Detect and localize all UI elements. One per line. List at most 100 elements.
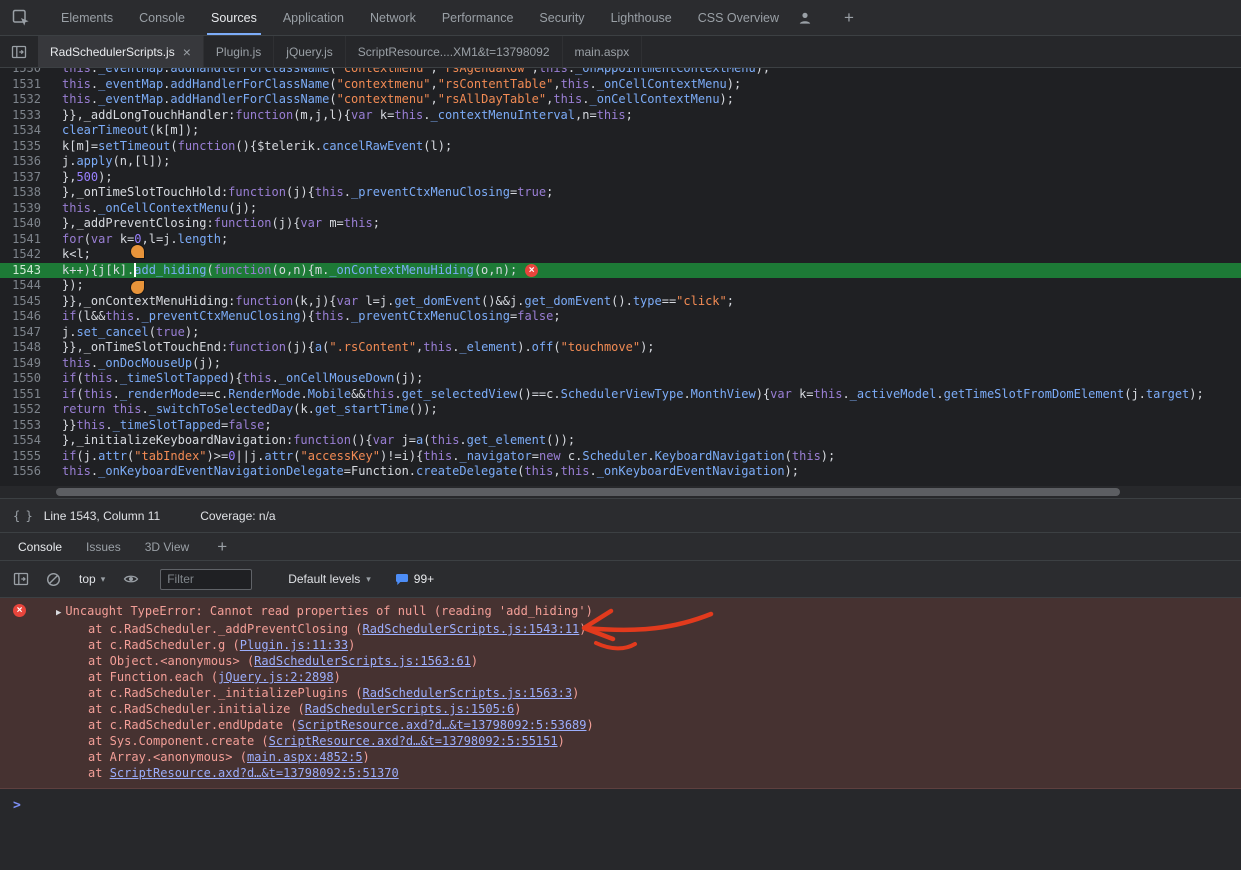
stack-link[interactable]: RadSchedulerScripts.js:1563:3 xyxy=(363,686,573,700)
inspect-element-icon[interactable] xyxy=(8,5,34,31)
stack-link[interactable]: Plugin.js:11:33 xyxy=(240,638,348,652)
code-text[interactable]: k++){j[k].add_hiding(function(o,n){m._on… xyxy=(54,263,517,279)
selection-handle-bottom[interactable] xyxy=(131,281,144,294)
code-text[interactable]: k<l; xyxy=(54,247,91,263)
code-text[interactable]: if(this._renderMode==c.RenderMode.Mobile… xyxy=(54,387,1204,403)
line-number[interactable]: 1545 xyxy=(0,294,54,310)
console-sidebar-icon[interactable] xyxy=(8,566,34,592)
line-number[interactable]: 1535 xyxy=(0,139,54,155)
code-text[interactable]: for(var k=0,l=j.length; xyxy=(54,232,228,248)
more-drawer-tabs-icon[interactable]: + xyxy=(209,534,235,560)
code-text[interactable]: },_initializeKeyboardNavigation:function… xyxy=(54,433,575,449)
line-number[interactable]: 1537 xyxy=(0,170,54,186)
line-number[interactable]: 1532 xyxy=(0,92,54,108)
code-text[interactable]: }},_addLongTouchHandler:function(m,j,l){… xyxy=(54,108,633,124)
line-number[interactable]: 1547 xyxy=(0,325,54,341)
stack-link[interactable]: ScriptResource.axd?d…&t=13798092:5:53689 xyxy=(298,718,587,732)
tab-css-overview[interactable]: CSS Overview xyxy=(685,0,792,35)
code-text[interactable]: if(this._timeSlotTapped){this._onCellMou… xyxy=(54,371,423,387)
code-text[interactable]: },_addPreventClosing:function(j){var m=t… xyxy=(54,216,380,232)
drawer-tab-3d-view[interactable]: 3D View xyxy=(133,533,201,560)
line-number[interactable]: 1548 xyxy=(0,340,54,356)
tab-sources[interactable]: Sources xyxy=(198,0,270,35)
code-text[interactable]: this._eventMap.addHandlerForClassName("c… xyxy=(54,68,770,77)
code-text[interactable]: }},_onTimeSlotTouchEnd:function(j){a(".r… xyxy=(54,340,655,356)
filter-input[interactable] xyxy=(160,569,252,590)
clear-console-icon[interactable] xyxy=(40,566,66,592)
line-number[interactable]: 1543 xyxy=(0,263,54,279)
more-panels-icon[interactable]: + xyxy=(836,5,862,31)
line-number[interactable]: 1534 xyxy=(0,123,54,139)
stack-link[interactable]: jQuery.js:2:2898 xyxy=(218,670,334,684)
code-text[interactable]: }}this._timeSlotTapped=false; xyxy=(54,418,272,434)
user-icon[interactable] xyxy=(792,5,818,31)
line-number[interactable]: 1550 xyxy=(0,371,54,387)
line-number[interactable]: 1544 xyxy=(0,278,54,294)
code-text[interactable]: this._onKeyboardEventNavigationDelegate=… xyxy=(54,464,799,480)
file-tab-scriptresource-xm1-t-13798092[interactable]: ScriptResource....XM1&t=13798092 xyxy=(346,36,563,67)
stack-link[interactable]: ScriptResource.axd?d…&t=13798092:5:55151 xyxy=(269,734,558,748)
eye-icon[interactable] xyxy=(118,566,144,592)
close-icon[interactable]: × xyxy=(183,46,191,58)
drawer-tab-issues[interactable]: Issues xyxy=(74,533,133,560)
stack-link[interactable]: RadSchedulerScripts.js:1563:61 xyxy=(254,654,471,668)
code-text[interactable]: if(j.attr("tabIndex")>=0||j.attr("access… xyxy=(54,449,835,465)
code-text[interactable]: k[m]=setTimeout(function(){$telerik.canc… xyxy=(54,139,452,155)
file-tab-jquery-js[interactable]: jQuery.js xyxy=(274,36,345,67)
code-text[interactable]: this._onCellContextMenu(j); xyxy=(54,201,257,217)
message-count-badge[interactable]: 99+ xyxy=(395,572,434,586)
line-number[interactable]: 1554 xyxy=(0,433,54,449)
stack-link[interactable]: ScriptResource.axd?d…&t=13798092:5:51370 xyxy=(110,766,399,780)
line-number[interactable]: 1542 xyxy=(0,247,54,263)
line-number[interactable]: 1530 xyxy=(0,68,54,77)
line-number[interactable]: 1552 xyxy=(0,402,54,418)
code-text[interactable]: j.set_cancel(true); xyxy=(54,325,199,341)
line-number[interactable]: 1536 xyxy=(0,154,54,170)
code-text[interactable]: clearTimeout(k[m]); xyxy=(54,123,199,139)
code-text[interactable]: this._onDocMouseUp(j); xyxy=(54,356,221,372)
context-selector[interactable]: top ▾ xyxy=(72,569,112,589)
code-text[interactable]: }},_onContextMenuHiding:function(k,j){va… xyxy=(54,294,734,310)
line-number[interactable]: 1549 xyxy=(0,356,54,372)
stack-link[interactable]: RadSchedulerScripts.js:1543:11 xyxy=(363,622,580,636)
line-number[interactable]: 1553 xyxy=(0,418,54,434)
inline-error-icon[interactable]: × xyxy=(525,264,538,277)
code-text[interactable]: this._eventMap.addHandlerForClassName("c… xyxy=(54,77,741,93)
stack-link[interactable]: main.aspx:4852:5 xyxy=(247,750,363,764)
line-number[interactable]: 1555 xyxy=(0,449,54,465)
line-number[interactable]: 1551 xyxy=(0,387,54,403)
file-tab-main-aspx[interactable]: main.aspx xyxy=(563,36,643,67)
code-text[interactable]: },_onTimeSlotTouchHold:function(j){this.… xyxy=(54,185,553,201)
code-text[interactable]: if(l&&this._preventCtxMenuClosing){this.… xyxy=(54,309,561,325)
code-text[interactable]: j.apply(n,[l]); xyxy=(54,154,170,170)
disclosure-triangle-icon[interactable]: ▶ xyxy=(56,605,61,621)
line-number[interactable]: 1546 xyxy=(0,309,54,325)
line-number[interactable]: 1540 xyxy=(0,216,54,232)
tab-application[interactable]: Application xyxy=(270,0,357,35)
line-number[interactable]: 1541 xyxy=(0,232,54,248)
line-number[interactable]: 1556 xyxy=(0,464,54,480)
toggle-navigator-icon[interactable] xyxy=(6,39,32,65)
horizontal-scrollbar[interactable] xyxy=(0,486,1241,498)
code-text[interactable]: this._eventMap.addHandlerForClassName("c… xyxy=(54,92,734,108)
tab-network[interactable]: Network xyxy=(357,0,429,35)
file-tab-plugin-js[interactable]: Plugin.js xyxy=(204,36,274,67)
tab-security[interactable]: Security xyxy=(526,0,597,35)
selection-handle-top[interactable] xyxy=(131,245,144,258)
code-text[interactable]: return this._switchToSelectedDay(k.get_s… xyxy=(54,402,438,418)
stack-link[interactable]: RadSchedulerScripts.js:1505:6 xyxy=(305,702,515,716)
line-number[interactable]: 1539 xyxy=(0,201,54,217)
tab-performance[interactable]: Performance xyxy=(429,0,527,35)
tab-lighthouse[interactable]: Lighthouse xyxy=(598,0,685,35)
tab-console[interactable]: Console xyxy=(126,0,198,35)
line-number[interactable]: 1531 xyxy=(0,77,54,93)
code-text[interactable]: },500); xyxy=(54,170,113,186)
code-text[interactable]: }); xyxy=(54,278,84,294)
drawer-tab-console[interactable]: Console xyxy=(6,533,74,560)
log-levels-dropdown[interactable]: Default levels ▾ xyxy=(288,572,371,586)
scrollbar-thumb[interactable] xyxy=(56,488,1120,496)
tab-elements[interactable]: Elements xyxy=(48,0,126,35)
file-tab-radschedulerscripts-js[interactable]: RadSchedulerScripts.js× xyxy=(38,36,204,67)
line-number[interactable]: 1538 xyxy=(0,185,54,201)
line-number[interactable]: 1533 xyxy=(0,108,54,124)
